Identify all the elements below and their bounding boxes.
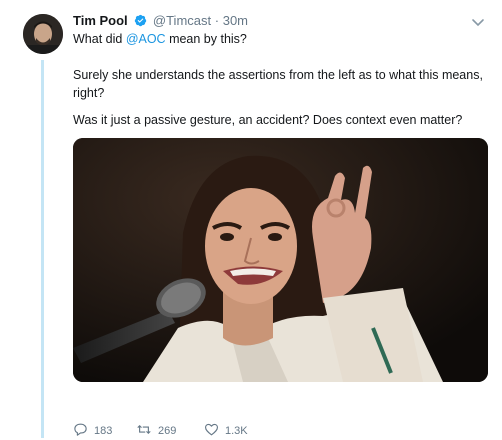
verified-badge-icon xyxy=(134,14,147,30)
like-icon xyxy=(204,422,225,440)
separator-dot: · xyxy=(214,13,220,28)
text-part: What did xyxy=(73,32,126,46)
author-handle[interactable]: @Timcast xyxy=(153,13,211,28)
tweet-timestamp[interactable]: 30m xyxy=(223,13,248,28)
retweet-icon xyxy=(136,422,158,440)
tweet-paragraph-2: Surely she understands the assertions fr… xyxy=(73,68,483,100)
author-name[interactable]: Tim Pool xyxy=(73,13,128,28)
avatar[interactable] xyxy=(23,14,63,54)
reply-button[interactable]: 183 xyxy=(73,422,112,440)
like-count: 1.3K xyxy=(225,425,248,437)
reply-icon xyxy=(73,422,94,440)
like-button[interactable]: 1.3K xyxy=(204,422,248,440)
text-part: mean by this? xyxy=(165,32,247,46)
tweet-header: Tim Pool @Timcast · 30m xyxy=(73,13,248,30)
tweet[interactable]: Tim Pool @Timcast · 30m What did @AOC me… xyxy=(0,0,502,438)
chevron-down-icon[interactable] xyxy=(471,15,485,27)
tweet-paragraph-3: Was it just a passive gesture, an accide… xyxy=(73,113,463,127)
retweet-count: 269 xyxy=(158,425,177,437)
tweet-photo[interactable] xyxy=(73,138,488,382)
retweet-button[interactable]: 269 xyxy=(136,422,176,440)
tweet-text-line1: What did @AOC mean by this? xyxy=(73,30,247,48)
thread-line xyxy=(41,60,44,438)
mention-link[interactable]: @AOC xyxy=(126,32,166,46)
reply-count: 183 xyxy=(94,425,113,437)
